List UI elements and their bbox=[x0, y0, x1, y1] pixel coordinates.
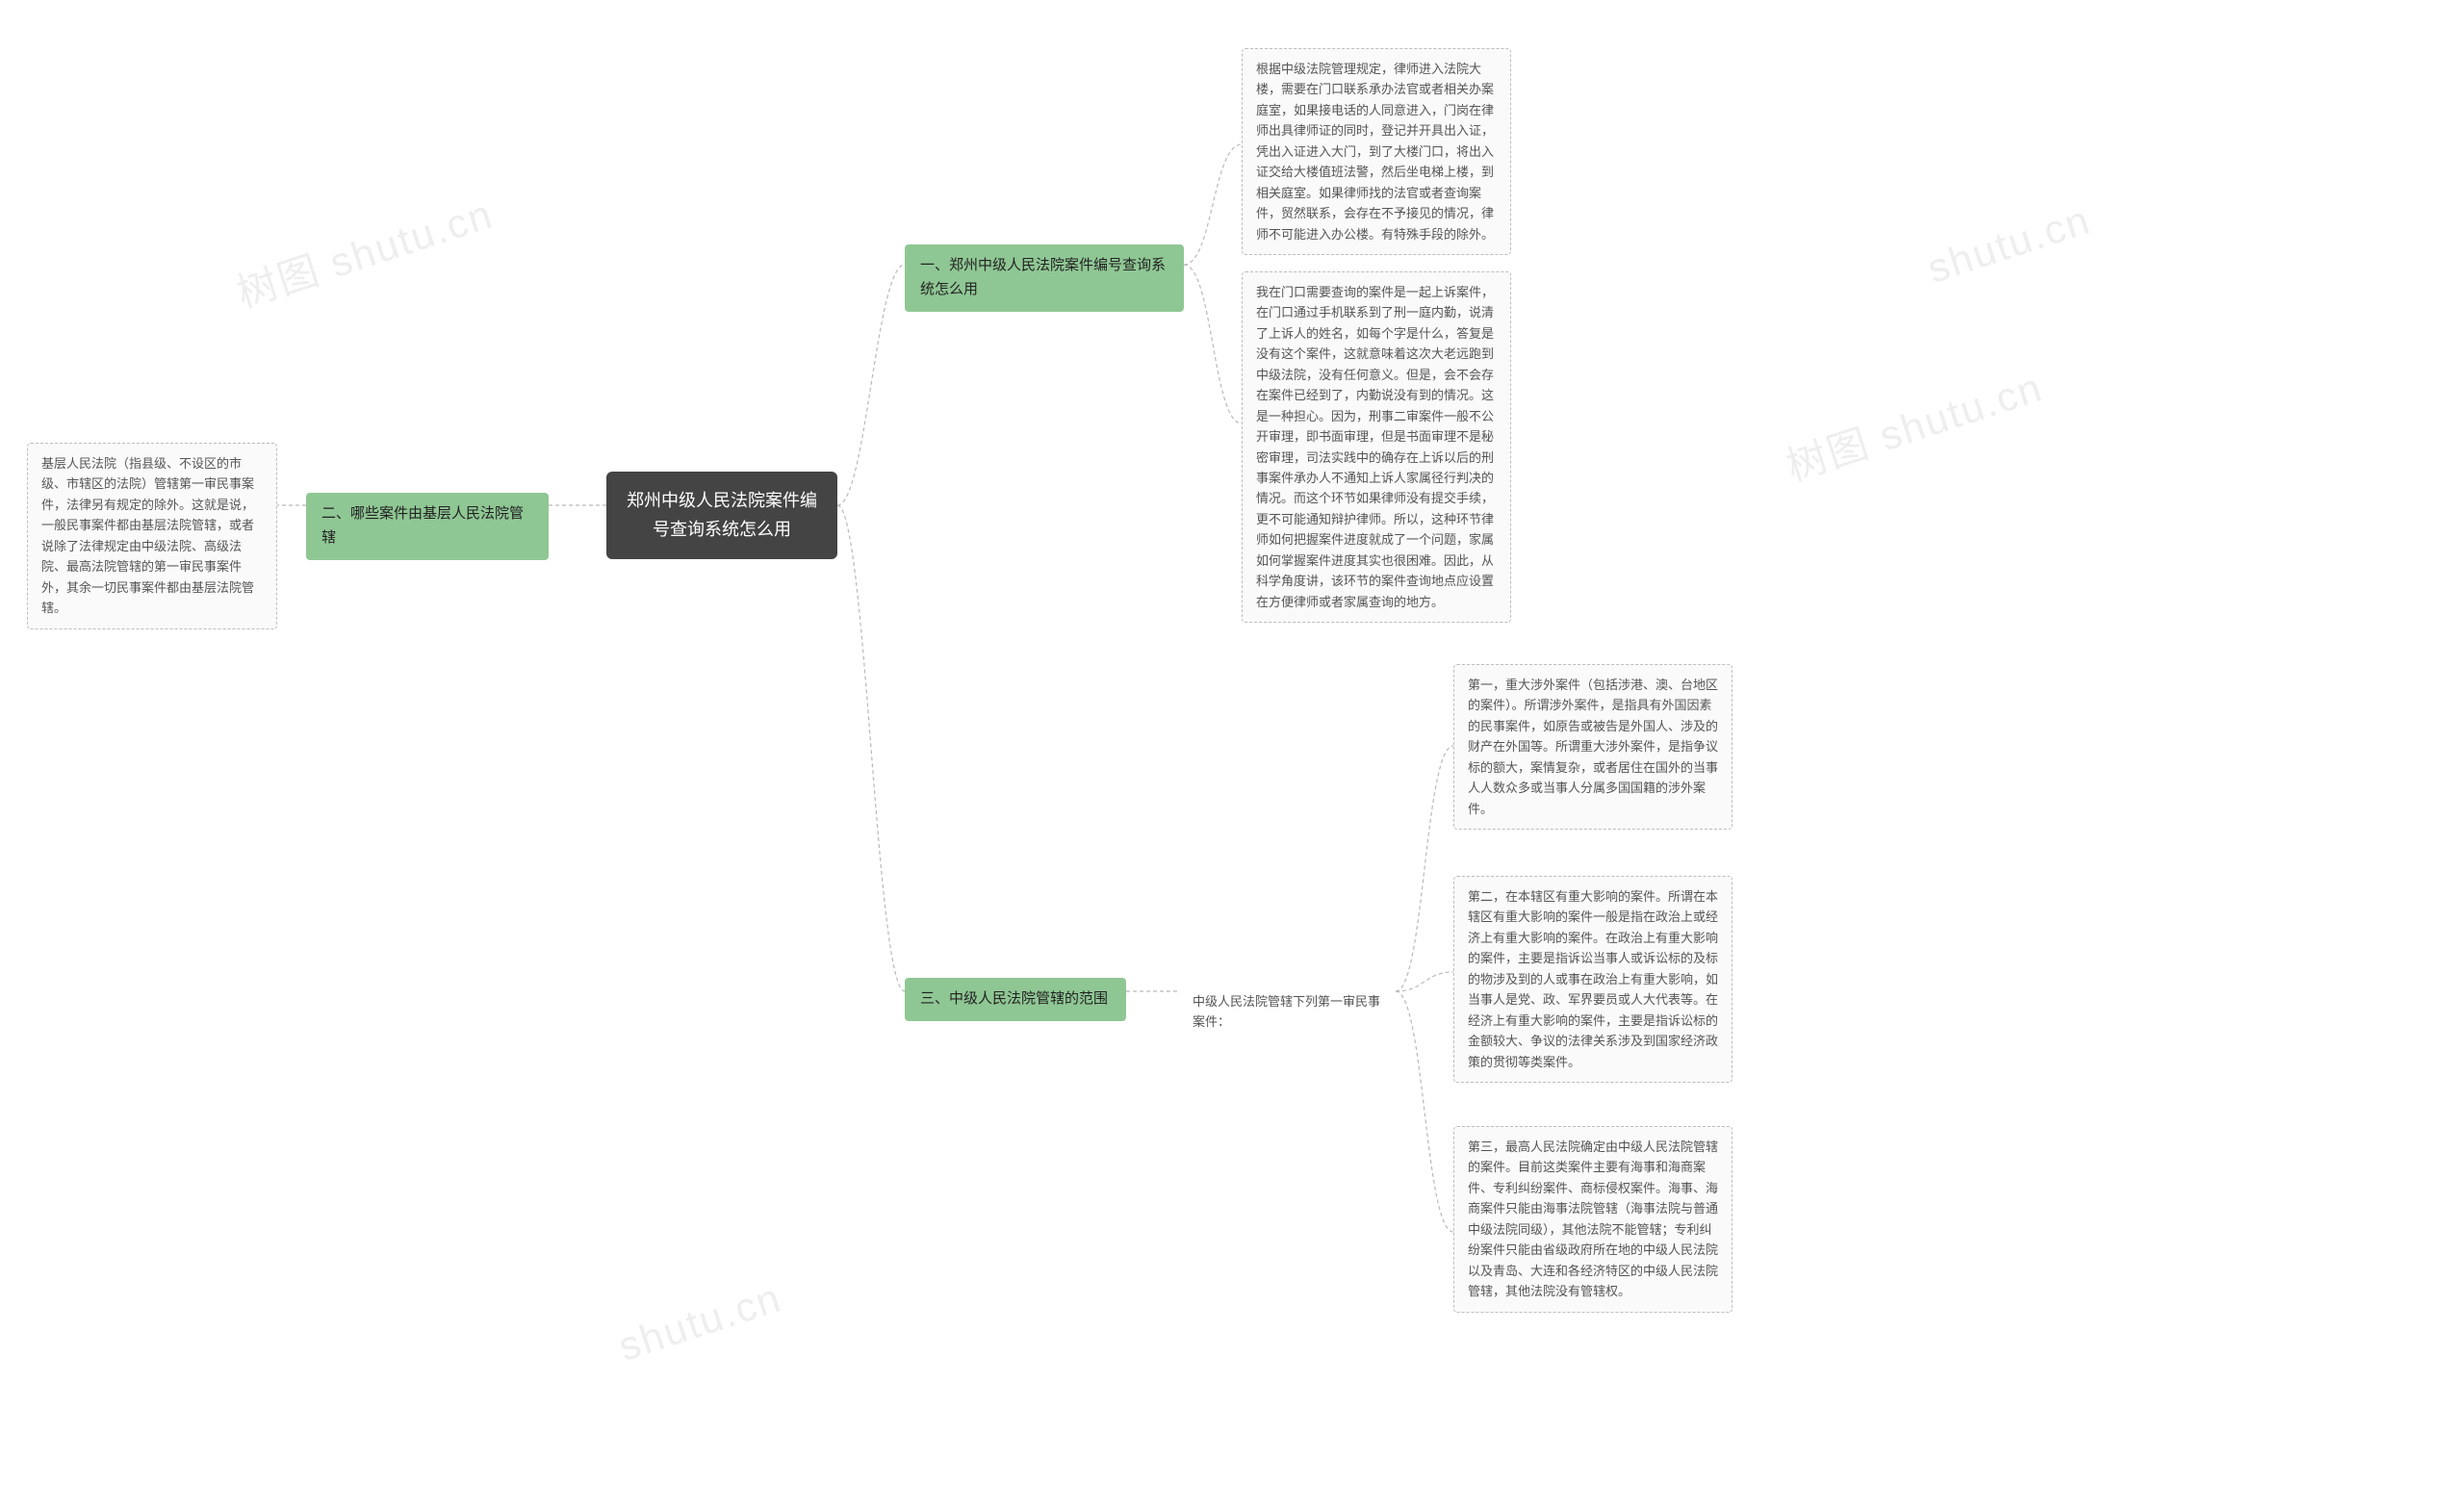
section-3-leaf-3: 第三，最高人民法院确定由中级人民法院管辖的案件。目前这类案件主要有海事和海商案件… bbox=[1453, 1126, 1732, 1313]
root-title: 郑州中级人民法院案件编号查询系统怎么用 bbox=[627, 491, 817, 539]
root-node[interactable]: 郑州中级人民法院案件编号查询系统怎么用 bbox=[606, 472, 837, 559]
section-2[interactable]: 二、哪些案件由基层人民法院管辖 bbox=[306, 493, 549, 560]
section-3-mid-text: 中级人民法院管辖下列第一审民事案件： bbox=[1193, 994, 1380, 1029]
section-2-leaf-text: 基层人民法院（指县级、不设区的市级、市辖区的法院）管辖第一审民事案件，法律另有规… bbox=[41, 456, 254, 615]
watermark: 树图 shutu.cn bbox=[1778, 355, 2049, 493]
section-3[interactable]: 三、中级人民法院管辖的范围 bbox=[905, 978, 1126, 1021]
section-1-leaf-2: 我在门口需要查询的案件是一起上诉案件，在门口通过手机联系到了刑一庭内勤，说清了上… bbox=[1242, 271, 1511, 623]
watermark: shutu.cn bbox=[1922, 196, 2096, 293]
section-3-leaf-2: 第二，在本辖区有重大影响的案件。所谓在本辖区有重大影响的案件一般是指在政治上或经… bbox=[1453, 876, 1732, 1083]
section-3-leaf-1: 第一，重大涉外案件（包括涉港、澳、台地区的案件）。所谓涉外案件，是指具有外国因素… bbox=[1453, 664, 1732, 830]
section-1[interactable]: 一、郑州中级人民法院案件编号查询系统怎么用 bbox=[905, 244, 1184, 312]
section-2-leaf: 基层人民法院（指县级、不设区的市级、市辖区的法院）管辖第一审民事案件，法律另有规… bbox=[27, 443, 277, 629]
section-3-title: 三、中级人民法院管辖的范围 bbox=[920, 990, 1108, 1007]
section-1-leaf-1: 根据中级法院管理规定，律师进入法院大楼，需要在门口联系承办法官或者相关办案庭室，… bbox=[1242, 48, 1511, 255]
section-1-title: 一、郑州中级人民法院案件编号查询系统怎么用 bbox=[920, 257, 1166, 297]
section-3-leaf-2-text: 第二，在本辖区有重大影响的案件。所谓在本辖区有重大影响的案件一般是指在政治上或经… bbox=[1468, 889, 1718, 1069]
section-1-leaf-2-text: 我在门口需要查询的案件是一起上诉案件，在门口通过手机联系到了刑一庭内勤，说清了上… bbox=[1256, 285, 1494, 609]
section-3-leaf-3-text: 第三，最高人民法院确定由中级人民法院管辖的案件。目前这类案件主要有海事和海商案件… bbox=[1468, 1139, 1718, 1298]
connector-lines bbox=[0, 0, 2464, 1485]
section-3-mid: 中级人民法院管辖下列第一审民事案件： bbox=[1179, 982, 1400, 1042]
section-3-leaf-1-text: 第一，重大涉外案件（包括涉港、澳、台地区的案件）。所谓涉外案件，是指具有外国因素… bbox=[1468, 678, 1718, 816]
section-1-leaf-1-text: 根据中级法院管理规定，律师进入法院大楼，需要在门口联系承办法官或者相关办案庭室，… bbox=[1256, 62, 1494, 242]
section-2-title: 二、哪些案件由基层人民法院管辖 bbox=[321, 505, 524, 546]
watermark: shutu.cn bbox=[613, 1274, 787, 1370]
watermark: 树图 shutu.cn bbox=[228, 182, 500, 320]
